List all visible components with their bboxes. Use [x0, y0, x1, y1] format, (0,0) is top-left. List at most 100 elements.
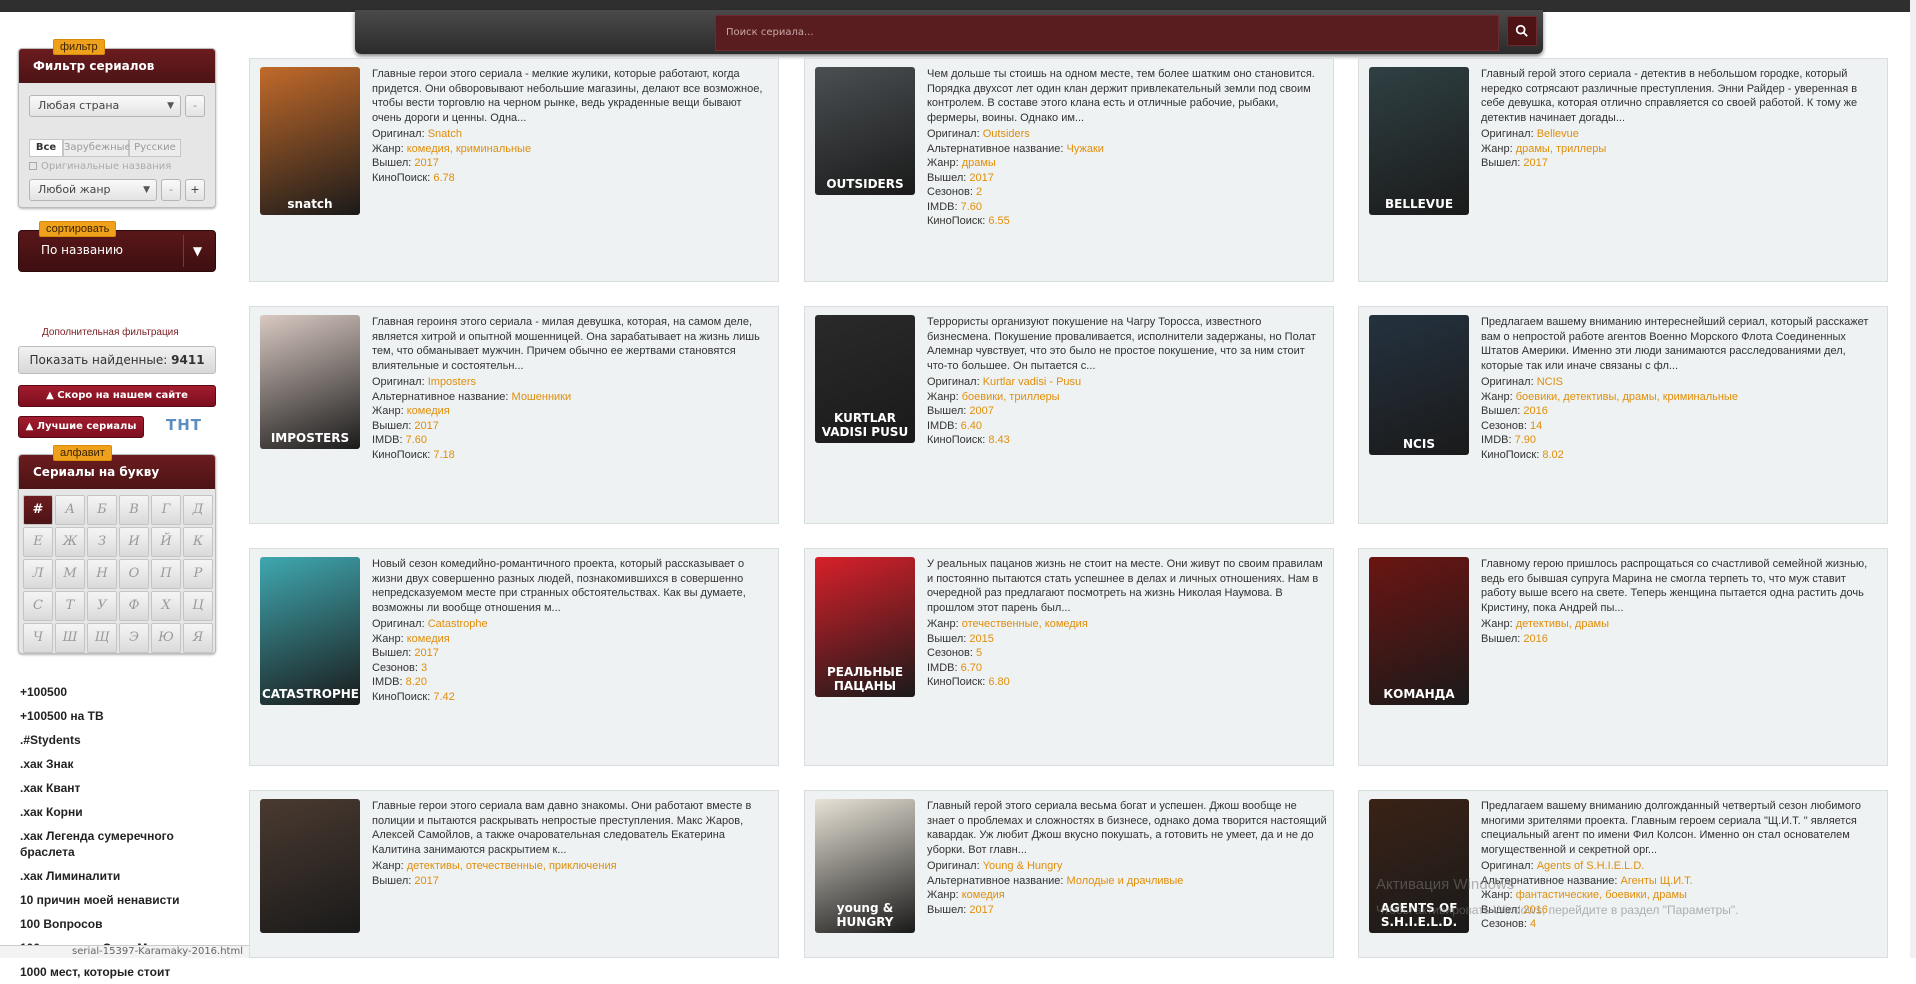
meta-value[interactable]: Snatch: [428, 128, 462, 140]
letter-button[interactable]: Н: [87, 559, 117, 589]
country-select[interactable]: Любая страна ▼: [29, 95, 181, 117]
segment-foreign[interactable]: Зарубежные: [63, 139, 131, 157]
meta-value[interactable]: драмы: [962, 157, 996, 169]
genre-plus-button[interactable]: +: [185, 179, 205, 201]
series-list-item[interactable]: 10 причин моей ненависти: [20, 888, 220, 912]
letter-button[interactable]: Р: [183, 559, 213, 589]
letter-button[interactable]: Ш: [55, 623, 85, 653]
series-list-item[interactable]: .хак Легенда сумеречного браслета: [20, 824, 220, 864]
meta-value[interactable]: Чужаки: [1067, 143, 1104, 155]
letter-button[interactable]: Г: [151, 495, 181, 525]
letter-button[interactable]: Ф: [119, 591, 149, 621]
series-poster[interactable]: snatch: [260, 67, 360, 215]
meta-value[interactable]: Bellevue: [1537, 128, 1579, 140]
genre-minus-button[interactable]: -: [161, 179, 181, 201]
letter-button[interactable]: П: [151, 559, 181, 589]
letter-button[interactable]: У: [87, 591, 117, 621]
meta-value[interactable]: комедия: [962, 889, 1005, 901]
letter-button[interactable]: Щ: [87, 623, 117, 653]
letter-button[interactable]: И: [119, 527, 149, 557]
meta-value[interactable]: Kurtlar vadisi - Pusu: [983, 376, 1081, 388]
meta-value[interactable]: отечественные, комедия: [962, 618, 1088, 630]
series-card[interactable]: CATASTROPHE Новый сезон комедийно-романти…: [249, 548, 779, 766]
segment-russian[interactable]: Русские: [129, 139, 181, 157]
meta-value[interactable]: комедия: [407, 633, 450, 645]
meta-value[interactable]: Imposters: [428, 376, 476, 388]
meta-value[interactable]: Мошенники: [512, 391, 572, 403]
series-card[interactable]: KURTLAR VADISI PUSU Террористы организуют…: [804, 306, 1334, 524]
letter-button[interactable]: Э: [119, 623, 149, 653]
show-found-button[interactable]: Показать найденные: 9411: [18, 346, 216, 374]
series-poster[interactable]: OUTSIDERS: [815, 67, 915, 195]
meta-value[interactable]: фантастические, боевики, драмы: [1516, 889, 1687, 901]
letter-button[interactable]: Ц: [183, 591, 213, 621]
meta-value[interactable]: Молодые и драчливые: [1067, 875, 1184, 887]
segment-all[interactable]: Все: [29, 139, 63, 157]
letter-button[interactable]: Д: [183, 495, 213, 525]
series-card[interactable]: BELLEVUE Главный герой этого сериала - де…: [1358, 58, 1888, 282]
series-list-item[interactable]: .#Stydents: [20, 728, 220, 752]
series-card[interactable]: КОМАНДА Главному герою пришлось распрощат…: [1358, 548, 1888, 766]
tnt-logo[interactable]: ТНТ: [166, 416, 214, 438]
letter-button[interactable]: #: [23, 495, 53, 525]
advanced-filter-link[interactable]: Дополнительная фильтрация: [42, 327, 179, 338]
series-card[interactable]: OUTSIDERS Чем дольше ты стоишь на одном м…: [804, 58, 1334, 282]
meta-value[interactable]: NCIS: [1537, 376, 1563, 388]
scrollbar[interactable]: [1910, 0, 1916, 958]
series-list-item[interactable]: 100 Вопросов: [20, 912, 220, 936]
meta-value[interactable]: комедия: [407, 405, 450, 417]
letter-button[interactable]: Т: [55, 591, 85, 621]
series-card[interactable]: young & HUNGRY Главный герой этого сериал…: [804, 790, 1334, 958]
search-input[interactable]: Поиск сериала...: [715, 15, 1499, 51]
series-poster[interactable]: KURTLAR VADISI PUSU: [815, 315, 915, 443]
best-series-button[interactable]: ▲ Лучшие сериалы: [18, 416, 144, 438]
series-poster[interactable]: [260, 799, 360, 933]
coming-soon-button[interactable]: ▲ Скоро на нашем сайте: [18, 385, 216, 407]
meta-value[interactable]: детективы, драмы: [1516, 618, 1609, 630]
letter-button[interactable]: Я: [183, 623, 213, 653]
letter-button[interactable]: Ж: [55, 527, 85, 557]
meta-value[interactable]: Outsiders: [983, 128, 1030, 140]
series-list-item[interactable]: +100500: [20, 680, 220, 704]
meta-value[interactable]: Young & Hungry: [983, 860, 1063, 872]
letter-button[interactable]: Е: [23, 527, 53, 557]
letter-button[interactable]: З: [87, 527, 117, 557]
letter-button[interactable]: А: [55, 495, 85, 525]
series-poster[interactable]: young & HUNGRY: [815, 799, 915, 933]
letter-button[interactable]: Й: [151, 527, 181, 557]
series-list-item[interactable]: +100500 на ТВ: [20, 704, 220, 728]
meta-value[interactable]: Агенты Щ.И.Т.: [1621, 875, 1693, 887]
meta-value[interactable]: Catastrophe: [428, 618, 488, 630]
series-poster[interactable]: РЕАЛЬНЫЕ ПАЦАНЫ: [815, 557, 915, 697]
letter-button[interactable]: С: [23, 591, 53, 621]
meta-value[interactable]: боевики, триллеры: [962, 391, 1060, 403]
series-poster[interactable]: BELLEVUE: [1369, 67, 1469, 215]
letter-button[interactable]: Х: [151, 591, 181, 621]
orig-names-checkbox[interactable]: Оригинальные названия: [29, 161, 171, 172]
letter-button[interactable]: В: [119, 495, 149, 525]
series-card[interactable]: snatch Главные герои этого сериала - мелк…: [249, 58, 779, 282]
letter-button[interactable]: Ю: [151, 623, 181, 653]
letter-button[interactable]: Ч: [23, 623, 53, 653]
series-poster[interactable]: CATASTROPHE: [260, 557, 360, 705]
letter-button[interactable]: К: [183, 527, 213, 557]
series-card[interactable]: AGENTS OF S.H.I.E.L.D. Предлагаем вашему …: [1358, 790, 1888, 958]
series-poster[interactable]: NCIS: [1369, 315, 1469, 455]
meta-value[interactable]: детективы, отечественные, приключения: [407, 860, 617, 872]
meta-value[interactable]: драмы, триллеры: [1516, 143, 1607, 155]
series-card[interactable]: IMPOSTERS Главная героиня этого сериала -…: [249, 306, 779, 524]
country-clear-button[interactable]: -: [185, 95, 205, 117]
meta-value[interactable]: комедия, криминальные: [407, 143, 531, 155]
letter-button[interactable]: М: [55, 559, 85, 589]
letter-button[interactable]: Л: [23, 559, 53, 589]
series-list-item[interactable]: 1000 мест, которые стоит: [20, 960, 220, 984]
series-card[interactable]: NCIS Предлагаем вашему вниманию интересне…: [1358, 306, 1888, 524]
series-list-item[interactable]: .хак Знак: [20, 752, 220, 776]
search-button[interactable]: [1507, 16, 1537, 46]
series-poster[interactable]: КОМАНДА: [1369, 557, 1469, 705]
sort-select[interactable]: сортировать По названию ▼: [18, 221, 216, 272]
series-list-item[interactable]: .хак Лиминалити: [20, 864, 220, 888]
series-card[interactable]: РЕАЛЬНЫЕ ПАЦАНЫ У реальных пацанов жизнь …: [804, 548, 1334, 766]
letter-button[interactable]: Б: [87, 495, 117, 525]
genre-select[interactable]: Любой жанр ▼: [29, 179, 157, 201]
